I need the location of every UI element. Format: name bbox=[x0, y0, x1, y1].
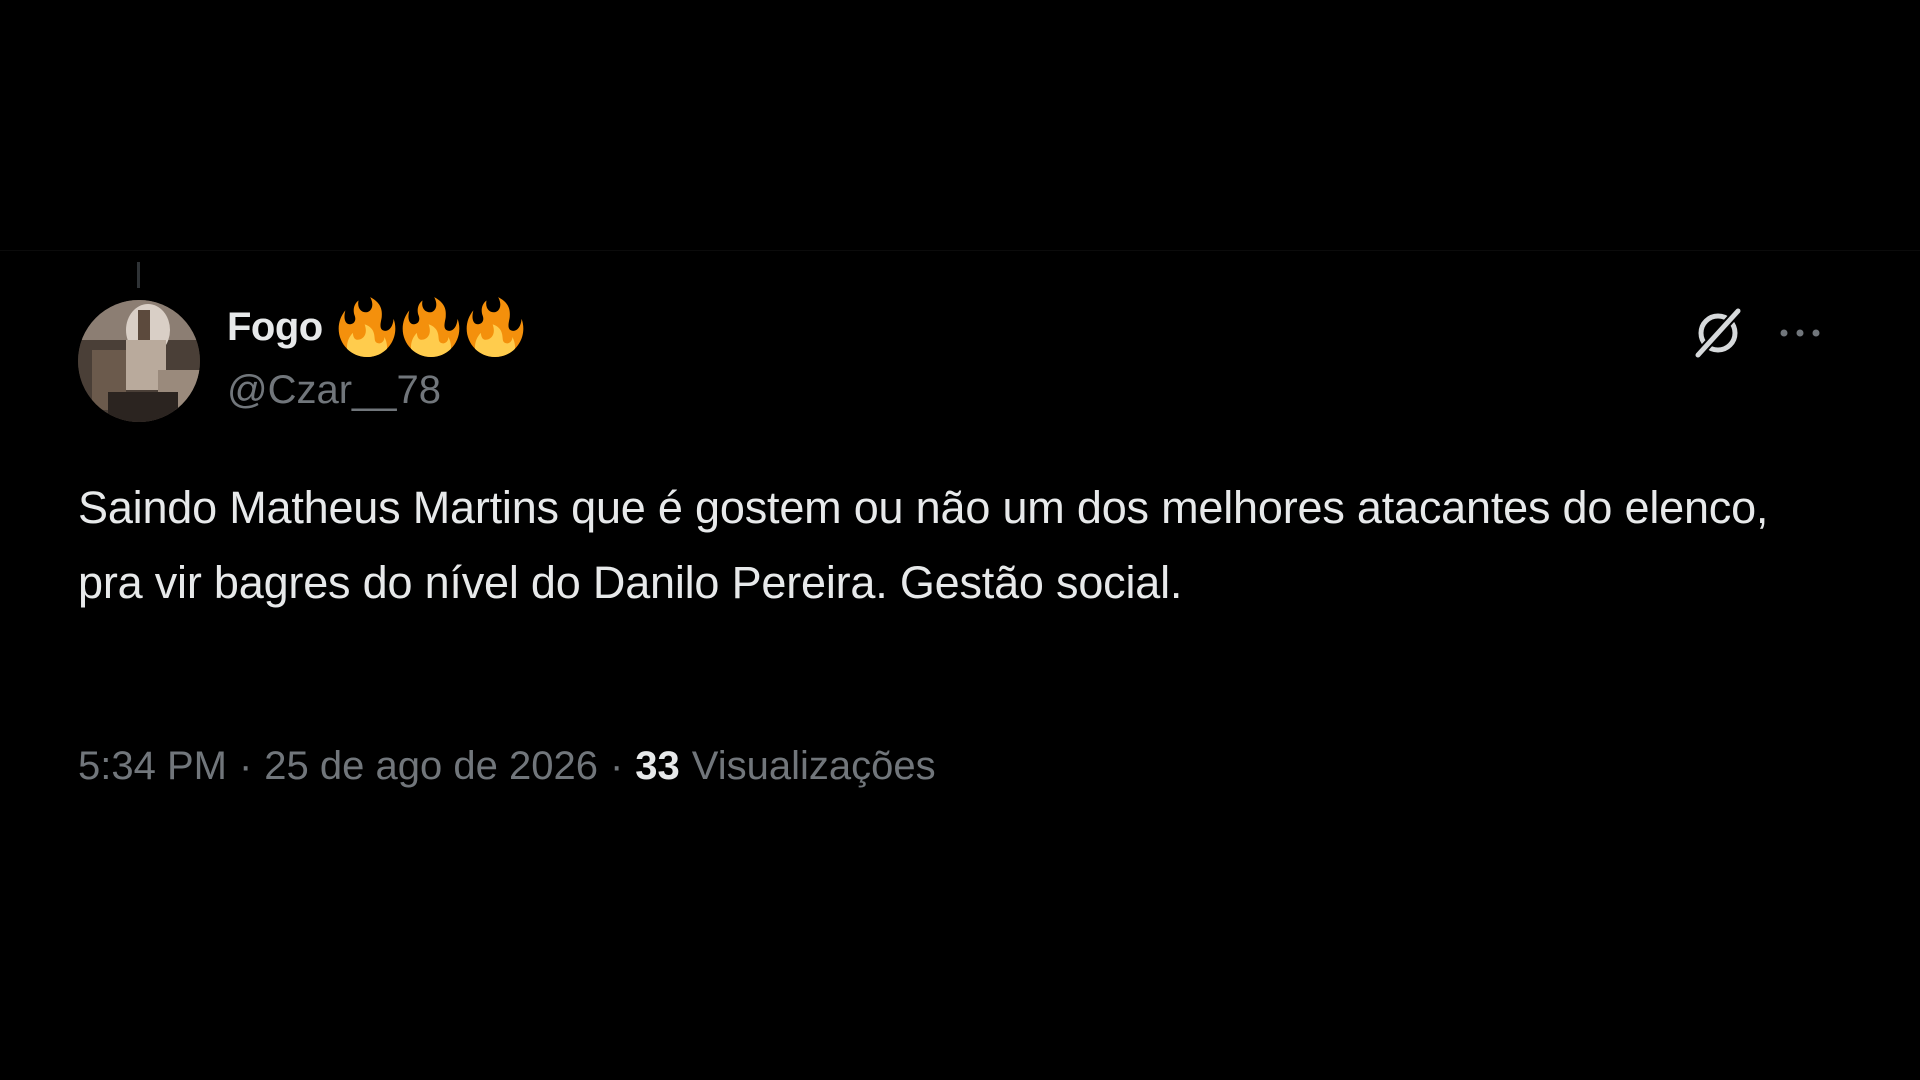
tweet-card: Fogo @Czar__78 Saindo Matheus Martins qu… bbox=[0, 0, 1920, 1080]
avatar-image bbox=[78, 300, 200, 422]
tweet-meta: 5:34 PM · 25 de ago de 2026 · 33 Visuali… bbox=[78, 744, 936, 789]
author-name-row[interactable]: Fogo bbox=[227, 296, 525, 358]
fire-icon bbox=[402, 297, 460, 357]
divider bbox=[0, 250, 1920, 251]
name-emojis bbox=[337, 297, 525, 357]
user-handle[interactable]: @Czar__78 bbox=[227, 368, 441, 413]
thread-connector-line bbox=[137, 262, 140, 288]
grok-icon[interactable] bbox=[1690, 305, 1746, 361]
display-name[interactable]: Fogo bbox=[227, 305, 323, 350]
avatar[interactable] bbox=[78, 300, 200, 422]
meta-separator: · bbox=[238, 744, 253, 788]
more-options-icon[interactable] bbox=[1776, 318, 1824, 348]
fire-icon bbox=[466, 297, 524, 357]
views-label[interactable]: Visualizações bbox=[692, 744, 936, 789]
views-count[interactable]: 33 bbox=[635, 744, 680, 789]
meta-separator: · bbox=[609, 744, 624, 788]
tweet-text: Saindo Matheus Martins que é gostem ou n… bbox=[78, 482, 1769, 608]
fire-icon bbox=[338, 297, 396, 357]
tweet-date[interactable]: 25 de ago de 2026 bbox=[264, 744, 598, 789]
tweet-time[interactable]: 5:34 PM bbox=[78, 744, 227, 789]
